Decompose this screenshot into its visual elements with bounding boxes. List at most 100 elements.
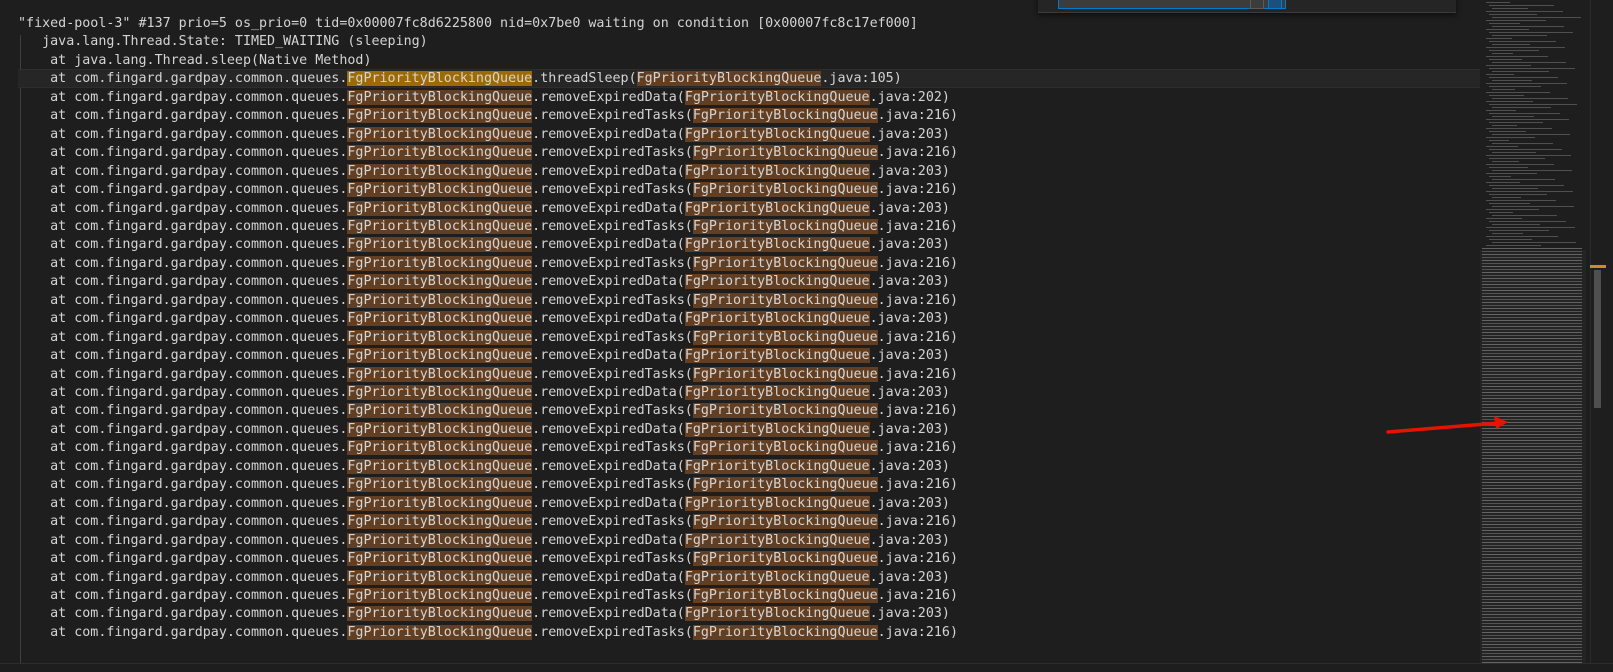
- minimap-line: [1482, 302, 1582, 303]
- minimap-line: [1489, 149, 1562, 150]
- code-text: .removeExpiredTasks(: [532, 292, 693, 308]
- stack-frame-line[interactable]: at com.fingard.gardpay.common.queues.FgP…: [18, 383, 950, 402]
- minimap-line: [1489, 203, 1530, 204]
- minimap[interactable]: [1480, 0, 1586, 671]
- search-match: FgPriorityBlockingQueue: [347, 569, 533, 585]
- minimap-line: [1492, 242, 1576, 243]
- stack-frame-line[interactable]: at com.fingard.gardpay.common.queues.FgP…: [18, 309, 950, 328]
- code-text: .java:216): [877, 587, 958, 603]
- thread-header-line[interactable]: "fixed-pool-3" #137 prio=5 os_prio=0 tid…: [18, 14, 918, 33]
- minimap-line: [1486, 182, 1520, 183]
- minimap-line: [1482, 572, 1582, 573]
- minimap-line: [1482, 329, 1582, 330]
- stack-frame-line[interactable]: at com.fingard.gardpay.common.queues.FgP…: [18, 88, 950, 107]
- search-match: FgPriorityBlockingQueue: [347, 200, 533, 216]
- stack-frame-line[interactable]: at com.fingard.gardpay.common.queues.FgP…: [18, 623, 958, 642]
- code-editor[interactable]: "fixed-pool-3" #137 prio=5 os_prio=0 tid…: [0, 0, 1496, 671]
- stack-frame-line[interactable]: at com.fingard.gardpay.common.queues.FgP…: [18, 438, 958, 457]
- code-text: .removeExpiredTasks(: [532, 329, 693, 345]
- current-search-match: FgPriorityBlockingQueue: [347, 71, 533, 87]
- code-text: at com.fingard.gardpay.common.queues.: [18, 292, 348, 308]
- code-text: .removeExpiredData(: [532, 458, 685, 474]
- search-match: FgPriorityBlockingQueue: [347, 89, 533, 105]
- stack-frame-line[interactable]: at com.fingard.gardpay.common.queues.FgP…: [18, 106, 958, 125]
- stack-frame-line[interactable]: at com.fingard.gardpay.common.queues.FgP…: [18, 125, 950, 144]
- stack-frame-line[interactable]: at com.fingard.gardpay.common.queues.FgP…: [18, 69, 1496, 89]
- minimap-line: [1482, 611, 1582, 612]
- minimap-line: [1482, 506, 1582, 507]
- stack-frame-line[interactable]: at com.fingard.gardpay.common.queues.FgP…: [18, 420, 950, 439]
- minimap-line: [1482, 503, 1582, 504]
- stack-frame-line[interactable]: at com.fingard.gardpay.common.queues.FgP…: [18, 604, 950, 623]
- match-whole-word-icon[interactable]: [1250, 0, 1264, 9]
- minimap-line: [1492, 143, 1553, 144]
- stack-frame-line[interactable]: at com.fingard.gardpay.common.queues.FgP…: [18, 217, 958, 236]
- minimap-line: [1482, 305, 1582, 306]
- minimap-line: [1482, 281, 1582, 282]
- stack-frame-line[interactable]: at com.fingard.gardpay.common.queues.FgP…: [18, 512, 958, 531]
- code-text: .removeExpiredTasks(: [532, 440, 693, 456]
- stack-frame-line[interactable]: at com.fingard.gardpay.common.queues.FgP…: [18, 346, 950, 365]
- minimap-line: [1486, 245, 1541, 246]
- stack-frame-line[interactable]: at com.fingard.gardpay.common.queues.FgP…: [18, 401, 958, 420]
- stack-frame-line[interactable]: at com.fingard.gardpay.common.queues.FgP…: [18, 328, 958, 347]
- stack-frame-line[interactable]: at com.fingard.gardpay.common.queues.FgP…: [18, 549, 958, 568]
- stack-frame-line[interactable]: at com.fingard.gardpay.common.queues.FgP…: [18, 531, 950, 550]
- stack-frame-line[interactable]: at com.fingard.gardpay.common.queues.FgP…: [18, 291, 958, 310]
- stack-frame-line[interactable]: at com.fingard.gardpay.common.queues.FgP…: [18, 475, 958, 494]
- minimap-line: [1492, 134, 1570, 135]
- code-text: .removeExpiredData(: [532, 421, 685, 437]
- minimap-line: [1482, 536, 1582, 537]
- minimap-line: [1486, 56, 1548, 57]
- minimap-line: [1489, 212, 1513, 213]
- stack-frame-line[interactable]: java.lang.Thread.State: TIMED_WAITING (s…: [18, 32, 428, 51]
- minimap-line: [1482, 248, 1582, 249]
- code-text: at com.fingard.gardpay.common.queues.: [18, 218, 348, 234]
- code-text: at com.fingard.gardpay.common.queues.: [18, 329, 348, 345]
- minimap-line: [1482, 656, 1582, 657]
- search-match: FgPriorityBlockingQueue: [347, 440, 533, 456]
- minimap-line: [1482, 362, 1582, 363]
- minimap-line: [1482, 308, 1582, 309]
- minimap-line: [1492, 206, 1574, 207]
- stack-frame-line[interactable]: at com.fingard.gardpay.common.queues.FgP…: [18, 272, 950, 291]
- stack-frame-line[interactable]: at com.fingard.gardpay.common.queues.FgP…: [18, 199, 950, 218]
- search-match: FgPriorityBlockingQueue: [347, 292, 533, 308]
- overview-ruler-match-mark: [1590, 265, 1606, 268]
- vertical-scrollbar[interactable]: [1590, 0, 1607, 671]
- minimap-line: [1482, 446, 1582, 447]
- minimap-line: [1482, 275, 1582, 276]
- minimap-line: [1492, 107, 1551, 108]
- code-text: .java:216): [877, 514, 958, 530]
- stack-frame-line[interactable]: at com.fingard.gardpay.common.queues.FgP…: [18, 457, 950, 476]
- code-text: at com.fingard.gardpay.common.queues.: [18, 274, 348, 290]
- stack-frame-line[interactable]: at com.fingard.gardpay.common.queues.FgP…: [18, 494, 950, 513]
- stack-frame-line[interactable]: at com.fingard.gardpay.common.queues.FgP…: [18, 568, 950, 587]
- code-text: .java:216): [877, 255, 958, 271]
- stack-frame-line[interactable]: at com.fingard.gardpay.common.queues.FgP…: [18, 254, 958, 273]
- code-text: "fixed-pool-3" #137 prio=5 os_prio=0 tid…: [18, 16, 918, 31]
- code-text: .removeExpiredTasks(: [532, 403, 693, 419]
- stack-frame-line[interactable]: at com.fingard.gardpay.common.queues.FgP…: [18, 162, 950, 181]
- stack-frame-line[interactable]: at java.lang.Thread.sleep(Native Method): [18, 51, 371, 70]
- stack-frame-line[interactable]: at com.fingard.gardpay.common.queues.FgP…: [18, 365, 958, 384]
- minimap-line: [1489, 86, 1541, 87]
- code-text: .removeExpiredData(: [532, 311, 685, 327]
- code-text: .removeExpiredTasks(: [532, 587, 693, 603]
- minimap-line: [1492, 80, 1532, 81]
- stack-frame-line[interactable]: at com.fingard.gardpay.common.queues.FgP…: [18, 235, 950, 254]
- minimap-line: [1482, 530, 1582, 531]
- stack-frame-line[interactable]: at com.fingard.gardpay.common.queues.FgP…: [18, 143, 958, 162]
- use-regex-icon[interactable]: [1268, 0, 1282, 9]
- minimap-line: [1482, 584, 1582, 585]
- code-text: at com.fingard.gardpay.common.queues.: [18, 514, 348, 530]
- stack-frame-line[interactable]: at com.fingard.gardpay.common.queues.FgP…: [18, 180, 958, 199]
- scrollbar-thumb[interactable]: [1594, 270, 1601, 408]
- minimap-line: [1486, 74, 1514, 75]
- stack-frame-line[interactable]: at com.fingard.gardpay.common.queues.FgP…: [18, 586, 958, 605]
- code-text: at com.fingard.gardpay.common.queues.: [18, 495, 348, 511]
- minimap-line: [1482, 350, 1582, 351]
- code-text: at com.fingard.gardpay.common.queues.: [18, 551, 348, 567]
- minimap-line: [1482, 500, 1582, 501]
- code-text: .java:203): [869, 458, 950, 474]
